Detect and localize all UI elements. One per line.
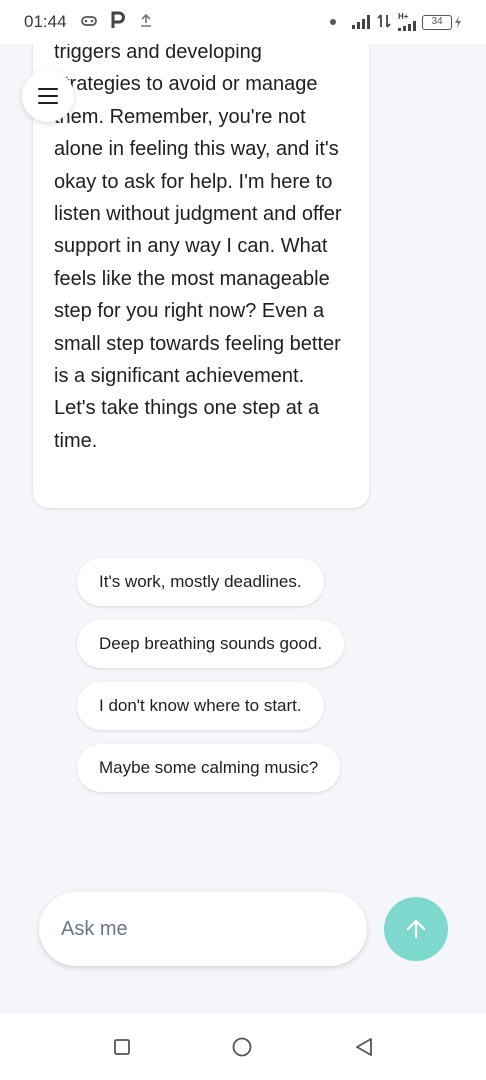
status-right: H+ 34: [330, 13, 462, 32]
suggestion-chip[interactable]: It's work, mostly deadlines.: [77, 558, 324, 606]
square-icon: [114, 1039, 130, 1055]
back-button[interactable]: [353, 1036, 375, 1058]
battery-level: 34: [422, 14, 452, 30]
parking-icon: [111, 11, 125, 33]
suggestion-chip[interactable]: Maybe some calming music?: [77, 744, 341, 792]
send-button[interactable]: [384, 897, 448, 961]
network-type-label: H+: [398, 13, 416, 31]
home-button[interactable]: [231, 1036, 253, 1058]
game-controller-icon: [80, 14, 97, 31]
screen: 01:44 H+ 34 triggers and developing stra…: [0, 0, 486, 1080]
signal-strength-icon: [352, 15, 370, 29]
system-nav-bar: [0, 1014, 486, 1080]
menu-button[interactable]: [22, 70, 74, 122]
bot-message-bubble: triggers and developing strategies to av…: [33, 44, 369, 508]
status-left: 01:44: [24, 11, 153, 33]
notification-dot-icon: [330, 19, 336, 25]
status-bar: 01:44 H+ 34: [0, 0, 486, 44]
message-input[interactable]: [61, 917, 345, 941]
signal-strength-2-icon: [398, 21, 416, 31]
suggestion-chip[interactable]: I don't know where to start.: [77, 682, 324, 730]
chat-area[interactable]: triggers and developing strategies to av…: [0, 44, 486, 1014]
network-type-text: H+: [398, 12, 409, 21]
battery-icon: 34: [422, 14, 462, 30]
circle-icon: [232, 1037, 252, 1057]
data-transfer-icon: [376, 13, 392, 32]
message-input-container: [39, 892, 367, 966]
arrow-up-icon: [406, 919, 426, 939]
bot-message-text: triggers and developing strategies to av…: [54, 44, 342, 452]
recents-button[interactable]: [111, 1036, 133, 1058]
charging-bolt-icon: [455, 16, 461, 28]
status-time: 01:44: [24, 12, 67, 31]
suggestion-chip[interactable]: Deep breathing sounds good.: [77, 620, 345, 668]
upload-icon: [139, 13, 153, 31]
triangle-back-icon: [356, 1038, 372, 1056]
hamburger-menu-icon: [38, 88, 58, 104]
